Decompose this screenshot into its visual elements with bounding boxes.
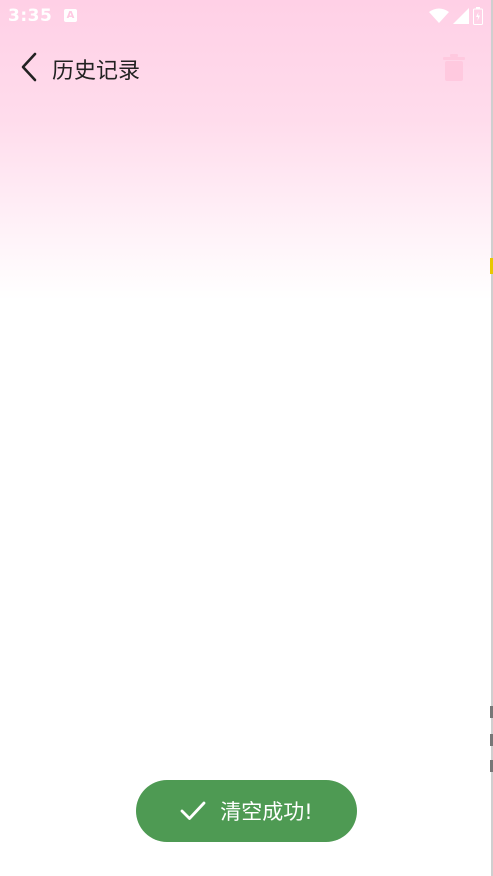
trash-icon bbox=[443, 54, 465, 81]
battery-icon bbox=[473, 7, 483, 25]
check-icon bbox=[180, 801, 206, 820]
status-bar: 3:35 A bbox=[0, 0, 493, 34]
app-bar: 历史记录 bbox=[0, 40, 493, 96]
toast-message: 清空成功! bbox=[220, 800, 313, 824]
status-time: 3:35 bbox=[8, 6, 53, 26]
page-title: 历史记录 bbox=[52, 59, 141, 84]
clear-history-button[interactable] bbox=[439, 52, 469, 84]
wifi-icon bbox=[429, 8, 449, 23]
toast: 清空成功! bbox=[136, 780, 357, 842]
history-screen: 3:35 A 历史记录 清空成功! bbox=[0, 0, 493, 876]
notification-icon: A bbox=[64, 9, 77, 22]
signal-icon bbox=[453, 8, 469, 24]
toast-check bbox=[180, 798, 206, 824]
status-icons bbox=[429, 7, 483, 25]
chevron-left-icon bbox=[21, 52, 37, 82]
back-button[interactable] bbox=[12, 50, 46, 84]
